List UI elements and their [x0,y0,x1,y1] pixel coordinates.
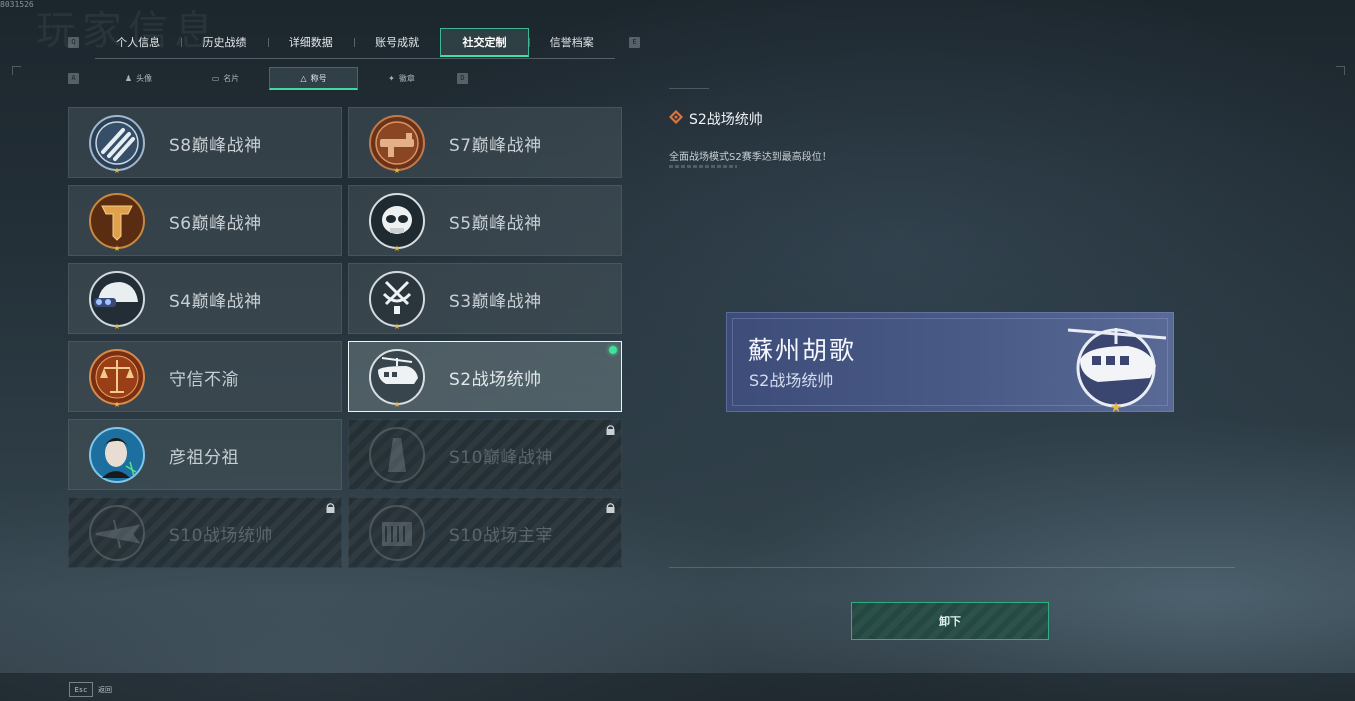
skull-badge-icon: ★ [369,193,425,252]
helicopter-badge-icon: ★ [1067,328,1167,412]
svg-text:★: ★ [393,322,400,330]
svg-text:★: ★ [393,400,400,408]
diamond-icon [669,110,683,124]
title-card-locked[interactable]: S10巅峰战神 [348,419,622,490]
tab-social-custom[interactable]: 社交定制 [440,28,529,57]
subtab-avatar[interactable]: ♟ 头像 [95,67,182,90]
title-card-locked[interactable]: S10战场统帅 [68,497,342,568]
tab-personal-info[interactable]: 个人信息 [95,28,181,56]
title-card-locked[interactable]: S10战场主宰 [348,497,622,568]
sub-tabs: ♟ 头像 ▭ 名片 △ 称号 ✦ 徽章 [95,67,445,90]
esc-key[interactable]: Esc [69,682,93,697]
back-control[interactable]: Esc 返回 [69,682,112,697]
title-card[interactable]: ★ 守信不渝 [68,341,342,412]
title-card[interactable]: ★ S7巅峰战神 [348,107,622,178]
scales-badge-icon: ★ [89,349,145,408]
lock-icon [326,503,335,513]
slash-badge-icon: ★ [89,115,145,174]
player-id: 8031526 [0,0,34,9]
bronze-gun-badge-icon: ★ [369,115,425,174]
detail-title: S2战场统帅 [689,112,763,128]
player-name: 蘇州胡歌 [748,336,857,365]
tab-prev-key[interactable]: Q [68,37,79,48]
subtab-label: 名片 [223,74,240,83]
subtab-label: 头像 [136,74,153,83]
back-label: 返回 [98,685,112,694]
svg-text:★: ★ [113,400,120,408]
title-name: S3巅峰战神 [449,292,542,312]
subtab-prev-key[interactable]: A [68,73,79,84]
corner-mark [12,66,21,75]
gold-t-badge-icon: ★ [89,193,145,252]
helicopter-badge-icon: ★ [369,349,425,408]
title-triangle-icon: △ [300,73,307,83]
helmet-badge-icon: ★ [89,271,145,330]
divider [669,88,709,89]
title-name: 守信不渝 [169,370,239,390]
title-name: S10战场主宰 [449,526,553,546]
tab-achievements[interactable]: 账号成就 [353,28,440,56]
unequip-button[interactable]: 卸下 [851,602,1049,640]
svg-text:★: ★ [113,166,120,174]
subtab-next-key[interactable]: D [457,73,468,84]
subtab-label: 称号 [310,73,327,83]
title-card[interactable]: ★ S5巅峰战神 [348,185,622,256]
main-tabs: 个人信息 历史战绩 详细数据 账号成就 社交定制 信誉档案 [95,28,615,59]
title-card[interactable]: ★ S8巅峰战神 [68,107,342,178]
svg-text:★: ★ [113,322,120,330]
satellite-badge-icon: ★ [369,271,425,330]
subtab-label: 徽章 [398,74,415,83]
svg-text:★: ★ [113,244,120,252]
nameplate-preview: 蘇州胡歌 S2战场统帅 ★ [726,312,1174,412]
person-icon: ♟ [124,74,133,83]
svg-text:★: ★ [393,166,400,174]
title-name: S10巅峰战神 [449,448,553,468]
divider [669,567,1235,568]
corner-mark [1336,66,1345,75]
tab-next-key[interactable]: E [629,37,640,48]
colosseum-badge-icon [369,505,425,561]
lock-icon [606,503,615,513]
nameplate-icon: ▭ [211,74,220,83]
title-card[interactable]: 彦祖分祖 [68,419,342,490]
svg-text:★: ★ [393,244,400,252]
plane-badge-icon [89,505,145,561]
tab-credit-record[interactable]: 信誉档案 [528,28,615,56]
tab-detailed-data[interactable]: 详细数据 [267,28,354,56]
badge-icon: ✦ [388,74,395,83]
title-name: S7巅峰战神 [449,136,542,156]
detail-description: 全面战场模式S2赛季达到最高段位！ [669,152,832,163]
title-card[interactable]: ★ S4巅峰战神 [68,263,342,334]
title-name: S5巅峰战神 [449,214,542,234]
title-name: S8巅峰战神 [169,136,262,156]
title-name: 彦祖分祖 [169,448,239,468]
svg-text:★: ★ [1110,400,1123,412]
subtab-nameplate[interactable]: ▭ 名片 [182,67,269,90]
bottom-bar [0,673,1355,701]
lock-icon [606,425,615,435]
title-name: S2战场统帅 [449,370,542,390]
tab-history[interactable]: 历史战绩 [181,28,267,56]
equipped-indicator [609,346,617,354]
title-name: S6巅峰战神 [169,214,262,234]
title-card[interactable]: ★ S6巅峰战神 [68,185,342,256]
portrait-badge-icon [89,427,145,483]
title-name: S10战场统帅 [169,526,273,546]
title-card-selected[interactable]: ★ S2战场统帅 [348,341,622,412]
nameplate-title: S2战场统帅 [749,371,834,390]
title-card[interactable]: ★ S3巅峰战神 [348,263,622,334]
subtab-title[interactable]: △ 称号 [269,67,358,90]
title-name: S4巅峰战神 [169,292,262,312]
tower-badge-icon [369,427,425,483]
divider [669,165,737,168]
subtab-badge[interactable]: ✦ 徽章 [358,67,445,90]
